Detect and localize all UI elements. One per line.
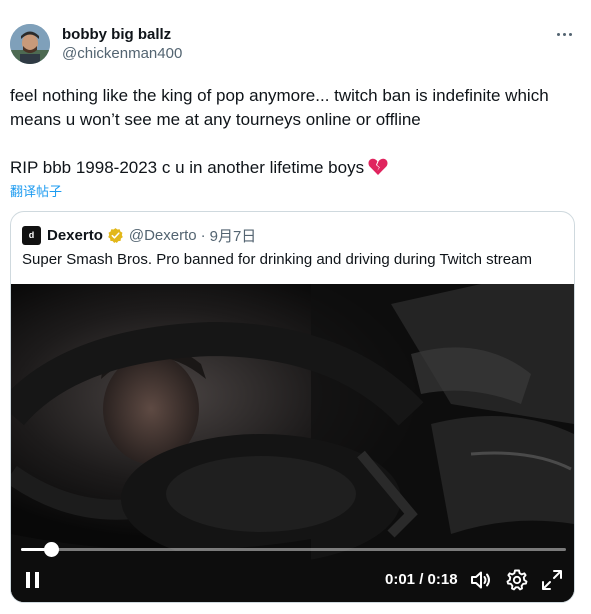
speaker-icon [471,571,490,589]
video-progress-bar[interactable] [21,542,566,557]
quoted-tweet-card[interactable]: d Dexerto @Dexerto · 9月7日 Super Smash Br… [10,211,575,603]
separator-dot: · [200,226,206,244]
quoted-tweet-header: d Dexerto @Dexerto · 9月7日 [22,225,256,245]
video-time-display: 0:01 / 0:18 [385,571,458,588]
more-options-button[interactable] [549,24,579,44]
author-avatar[interactable] [10,24,50,64]
tweet-line: feel nothing like the king of pop anymor… [10,86,549,105]
volume-button[interactable] [469,568,493,592]
video-frame [11,284,574,602]
video-player[interactable]: 0:01 / 0:18 [11,284,574,602]
tweet-header: bobby big ballz @chickenman400 [10,24,581,68]
video-scrub-handle[interactable] [43,542,59,557]
quoted-tweet-text: Super Smash Bros. Pro banned for drinkin… [22,251,532,268]
quoted-author-handle[interactable]: @Dexerto [129,227,197,244]
more-dot-icon [556,32,560,36]
pause-button[interactable] [23,570,43,590]
translate-post-link[interactable]: 翻译帖子 [10,181,62,200]
video-settings-button[interactable] [505,568,529,592]
tweet-line-text: RIP bbb 1998-2023 c u in another lifetim… [10,158,365,177]
quoted-tweet-date[interactable]: 9月7日 [210,225,257,246]
broken-heart-icon [368,158,388,183]
author-handle[interactable]: @chickenman400 [62,44,182,64]
video-controls: 0:01 / 0:18 [11,566,574,594]
tweet-line: means u won’t see me at any tourneys onl… [10,110,421,129]
quoted-author-name[interactable]: Dexerto [47,227,103,244]
more-dot-icon [562,32,566,36]
tweet-line: RIP bbb 1998-2023 c u in another lifetim… [10,156,585,183]
gold-verified-icon [107,227,124,244]
avatar-photo-icon [10,24,50,64]
more-dot-icon [568,32,572,36]
pause-icon [26,572,39,588]
expand-icon [542,570,562,590]
tweet-body: feel nothing like the king of pop anymor… [10,84,585,183]
gear-icon [506,569,528,591]
dexerto-logo-icon: d [22,225,41,245]
author-display-name[interactable]: bobby big ballz [62,26,182,44]
fullscreen-button[interactable] [540,568,564,592]
